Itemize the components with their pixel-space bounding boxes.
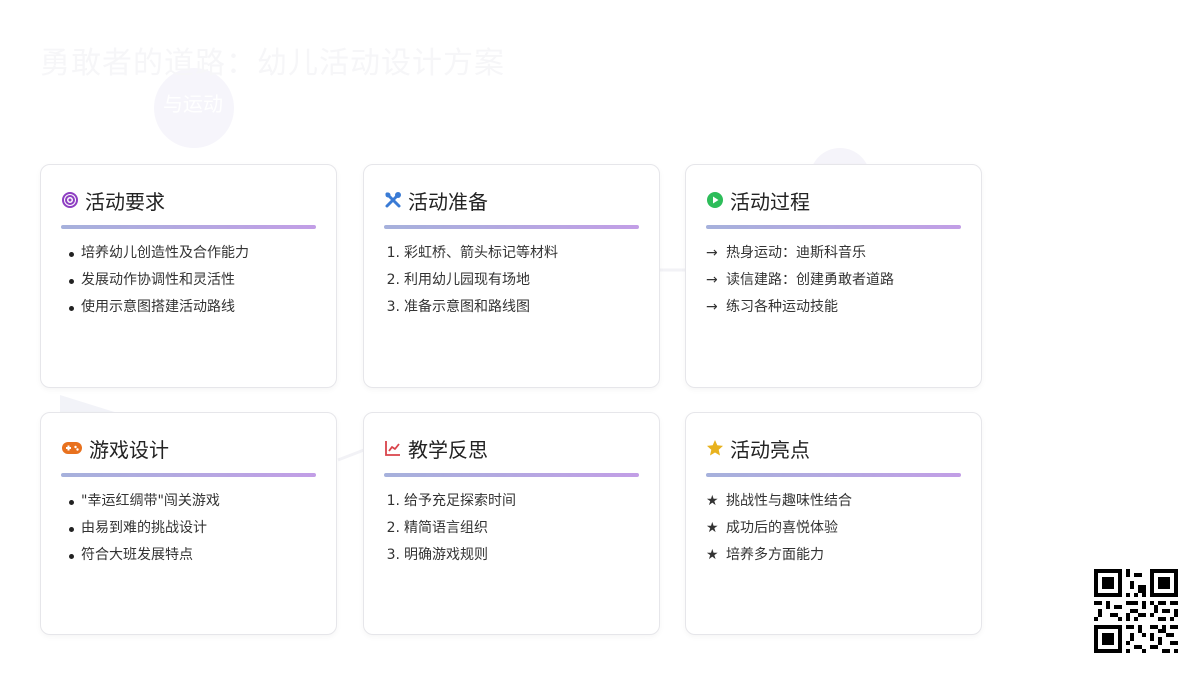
target-icon <box>61 191 79 209</box>
card-header: 教学反思 <box>384 435 488 462</box>
arrow-marker: → <box>706 299 718 315</box>
card-divider <box>61 473 316 477</box>
bubble-text: 与运动 <box>163 92 223 116</box>
card-header: 活动过程 <box>706 187 810 214</box>
list-item: "幸运红绸带"闯关游戏 <box>61 489 326 516</box>
card-title: 游戏设计 <box>89 437 169 462</box>
bullet-dot <box>61 295 81 322</box>
star-marker: ★ <box>706 520 719 536</box>
line-chart-icon <box>384 439 402 457</box>
list-item: 3. 准备示意图和路线图 <box>384 295 649 322</box>
list-item-text: 利用幼儿园现有场地 <box>404 272 530 288</box>
list-item: ★ 培养多方面能力 <box>706 543 971 570</box>
list-number: 2. <box>386 272 400 288</box>
list-item-text: 精简语言组织 <box>404 520 488 536</box>
card-activity-requirements: 活动要求 培养幼儿创造性及合作能力 发展动作协调性和灵活性 使用示意图搭建活动路… <box>40 164 337 388</box>
card-divider <box>384 225 639 229</box>
bullet-dot <box>61 489 81 516</box>
list-number: 1. <box>386 493 400 509</box>
card-list: ★ 挑战性与趣味性结合 ★ 成功后的喜悦体验 ★ 培养多方面能力 <box>706 489 971 570</box>
card-title: 活动亮点 <box>730 437 810 462</box>
tools-icon <box>384 191 402 209</box>
list-item-text: 成功后的喜悦体验 <box>726 520 838 536</box>
list-item: 2. 利用幼儿园现有场地 <box>384 268 649 295</box>
list-item-text: 准备示意图和路线图 <box>404 299 530 315</box>
card-list: → 热身运动：迪斯科音乐 → 读信建路：创建勇敢者道路 → 练习各种运动技能 <box>706 241 971 322</box>
card-list: 培养幼儿创造性及合作能力 发展动作协调性和灵活性 使用示意图搭建活动路线 <box>61 241 326 322</box>
list-item: ★ 挑战性与趣味性结合 <box>706 489 971 516</box>
card-divider <box>61 225 316 229</box>
qr-code[interactable] <box>1094 569 1178 653</box>
bullet-dot <box>61 241 81 268</box>
card-title: 活动准备 <box>408 189 488 214</box>
arrow-marker: → <box>706 272 718 288</box>
card-list: 1. 彩虹桥、箭头标记等材料 2. 利用幼儿园现有场地 3. 准备示意图和路线图 <box>384 241 649 322</box>
list-item-text: 培养多方面能力 <box>726 547 824 563</box>
list-item-text: 练习各种运动技能 <box>726 299 838 315</box>
list-item: ★ 成功后的喜悦体验 <box>706 516 971 543</box>
list-item-text: 发展动作协调性和灵活性 <box>81 272 235 288</box>
list-item-text: 由易到难的挑战设计 <box>81 520 207 536</box>
list-item: 2. 精简语言组织 <box>384 516 649 543</box>
list-item: 符合大班发展特点 <box>61 543 326 570</box>
card-title: 活动过程 <box>730 189 810 214</box>
card-header: 游戏设计 <box>61 435 169 462</box>
play-circle-icon <box>706 191 724 209</box>
list-item: 由易到难的挑战设计 <box>61 516 326 543</box>
star-marker: ★ <box>706 493 719 509</box>
star-marker: ★ <box>706 547 719 563</box>
gamepad-icon <box>61 439 83 457</box>
card-header: 活动要求 <box>61 187 165 214</box>
list-item: 使用示意图搭建活动路线 <box>61 295 326 322</box>
card-title: 活动要求 <box>85 189 165 214</box>
list-item-text: 热身运动：迪斯科音乐 <box>726 245 866 261</box>
list-item-text: 明确游戏规则 <box>404 547 488 563</box>
list-item: 3. 明确游戏规则 <box>384 543 649 570</box>
list-item: 发展动作协调性和灵活性 <box>61 268 326 295</box>
card-game-design: 游戏设计 "幸运红绸带"闯关游戏 由易到难的挑战设计 符合大班发展特点 <box>40 412 337 635</box>
list-item-text: 挑战性与趣味性结合 <box>726 493 852 509</box>
list-item: → 练习各种运动技能 <box>706 295 971 322</box>
bullet-dot <box>61 516 81 543</box>
card-activity-preparation: 活动准备 1. 彩虹桥、箭头标记等材料 2. 利用幼儿园现有场地 3. 准备示意图和路… <box>363 164 660 388</box>
card-divider <box>384 473 639 477</box>
list-item: 1. 彩虹桥、箭头标记等材料 <box>384 241 649 268</box>
card-title: 教学反思 <box>408 437 488 462</box>
card-divider <box>706 473 961 477</box>
bullet-dot <box>61 268 81 295</box>
card-activity-process: 活动过程 → 热身运动：迪斯科音乐 → 读信建路：创建勇敢者道路 → 练习各种运动技能 <box>685 164 982 388</box>
card-header: 活动准备 <box>384 187 488 214</box>
list-number: 3. <box>386 299 400 315</box>
list-item: → 热身运动：迪斯科音乐 <box>706 241 971 268</box>
list-number: 3. <box>386 547 400 563</box>
card-list: "幸运红绸带"闯关游戏 由易到难的挑战设计 符合大班发展特点 <box>61 489 326 570</box>
card-list: 1. 给予充足探索时间 2. 精简语言组织 3. 明确游戏规则 <box>384 489 649 570</box>
card-teaching-reflection: 教学反思 1. 给予充足探索时间 2. 精简语言组织 3. 明确游戏规则 <box>363 412 660 635</box>
card-header: 活动亮点 <box>706 435 810 462</box>
star-icon <box>706 439 724 457</box>
list-number: 1. <box>386 245 400 261</box>
arrow-marker: → <box>706 245 718 261</box>
list-item-text: 彩虹桥、箭头标记等材料 <box>404 245 558 261</box>
list-item-text: 培养幼儿创造性及合作能力 <box>81 245 249 261</box>
card-activity-highlights: 活动亮点 ★ 挑战性与趣味性结合 ★ 成功后的喜悦体验 ★ 培养多方面能力 <box>685 412 982 635</box>
bullet-dot <box>61 543 81 570</box>
list-item-text: 使用示意图搭建活动路线 <box>81 299 235 315</box>
card-divider <box>706 225 961 229</box>
list-item: 1. 给予充足探索时间 <box>384 489 649 516</box>
page-title: 勇敢者的道路：幼儿活动设计方案 <box>40 46 505 81</box>
list-item-text: 给予充足探索时间 <box>404 493 516 509</box>
list-item-text: 符合大班发展特点 <box>81 547 193 563</box>
list-item-text: "幸运红绸带"闯关游戏 <box>81 493 220 509</box>
list-number: 2. <box>386 520 400 536</box>
list-item-text: 读信建路：创建勇敢者道路 <box>726 272 894 288</box>
list-item: 培养幼儿创造性及合作能力 <box>61 241 326 268</box>
list-item: → 读信建路：创建勇敢者道路 <box>706 268 971 295</box>
